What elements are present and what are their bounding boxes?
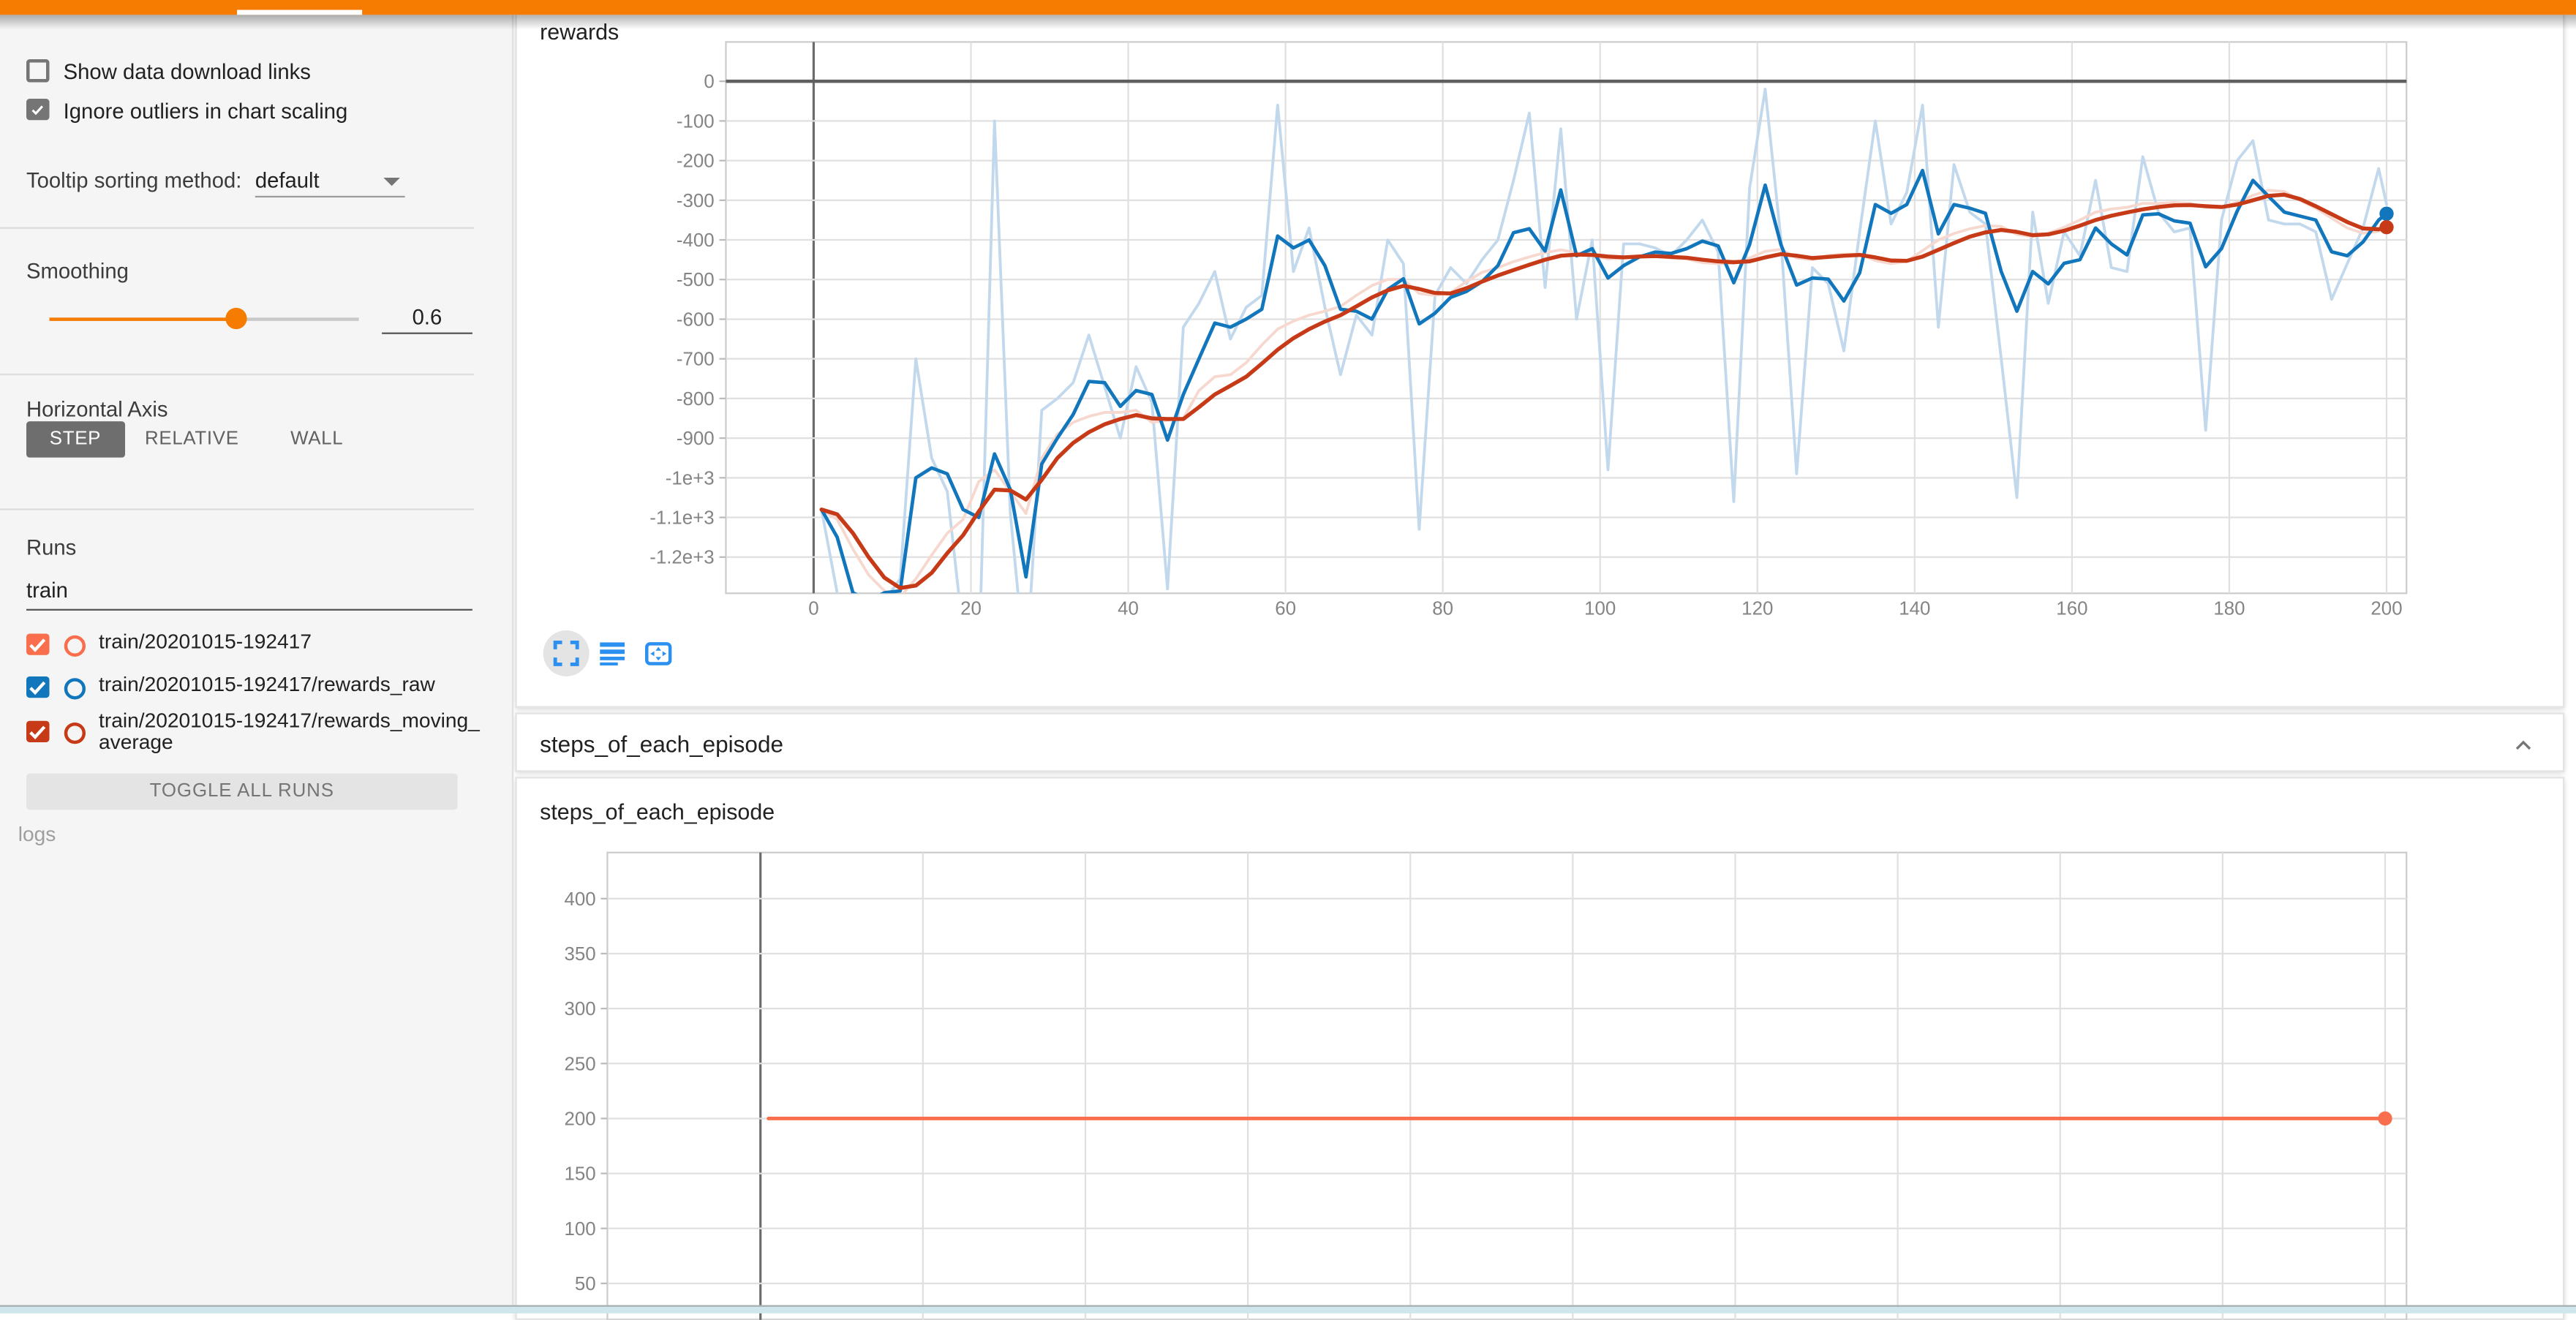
y-tick-label: -400 xyxy=(677,230,715,250)
run-checkbox[interactable] xyxy=(26,720,48,742)
show-data-download-links-label: Show data download links xyxy=(64,59,311,84)
y-tick-label: 350 xyxy=(565,944,596,965)
divider xyxy=(0,373,474,374)
series-line-smoothed xyxy=(821,194,2387,587)
fit-domain-button[interactable] xyxy=(636,630,682,676)
top-app-bar xyxy=(0,0,2576,14)
toggle-all-runs-button[interactable]: TOGGLE ALL RUNS xyxy=(26,773,458,810)
run-selector-icon xyxy=(596,636,629,669)
series-end-dot xyxy=(2378,1112,2392,1125)
smoothing-slider[interactable] xyxy=(50,317,359,321)
divider xyxy=(0,508,474,509)
y-tick-label: -1.1e+3 xyxy=(649,507,714,527)
runs-label: Runs xyxy=(26,534,76,559)
dropdown-underline xyxy=(255,195,405,197)
run-label: train/20201015-192417/rewards_moving_ave… xyxy=(99,710,481,755)
x-tick-label: 40 xyxy=(1118,597,1139,618)
x-tick-label: 120 xyxy=(1741,597,1773,618)
check-icon xyxy=(26,676,48,698)
settings-sidebar: Show data download links Ignore outliers… xyxy=(0,14,513,1313)
check-icon xyxy=(30,101,45,116)
x-tick-label: 100 xyxy=(1584,597,1616,618)
y-tick-label: 300 xyxy=(565,999,596,1019)
series-end-dot xyxy=(2379,219,2393,233)
y-tick-label: 50 xyxy=(575,1274,596,1294)
y-tick-label: -800 xyxy=(677,388,715,409)
y-tick-label: 400 xyxy=(565,889,596,910)
chevron-up-icon[interactable] xyxy=(2514,736,2534,755)
y-tick-label: 100 xyxy=(565,1219,596,1240)
fit-domain-icon xyxy=(642,636,675,669)
smoothing-label: Smoothing xyxy=(26,257,129,282)
x-tick-label: 140 xyxy=(1899,597,1930,618)
y-tick-label: 200 xyxy=(565,1109,596,1129)
axis-option-relative[interactable]: RELATIVE xyxy=(145,420,236,457)
y-tick-label: -1.2e+3 xyxy=(649,547,714,567)
run-color-radio[interactable] xyxy=(64,722,86,743)
y-tick-label: -600 xyxy=(677,309,715,329)
runs-filter-input[interactable] xyxy=(26,577,472,610)
dropdown-caret-icon[interactable] xyxy=(383,177,400,185)
horizontal-axis-label: Horizontal Axis xyxy=(26,396,168,420)
check-icon xyxy=(26,633,48,655)
expand-card-button[interactable] xyxy=(543,630,590,676)
x-tick-label: 20 xyxy=(960,597,982,618)
show-data-download-links-checkbox[interactable] xyxy=(26,59,48,81)
series-line-smoothed xyxy=(821,170,2387,600)
y-tick-label: -1e+3 xyxy=(666,467,715,488)
divider xyxy=(0,226,474,227)
y-tick-label: 0 xyxy=(704,71,714,91)
axis-option-wall[interactable]: WALL xyxy=(271,420,362,457)
y-tick-label: -700 xyxy=(677,349,715,369)
smoothing-slider-fill xyxy=(50,317,236,321)
main-content: rewards 0204060801001201401601802000-100… xyxy=(513,0,2576,1313)
tensorboard-app: Show data download links Ignore outliers… xyxy=(0,0,2576,1313)
run-label: train/20201015-192417/rewards_raw xyxy=(99,674,481,696)
series-line-raw xyxy=(821,88,2387,625)
rewards-card: rewards 0204060801001201401601802000-100… xyxy=(515,14,2564,706)
steps-card: steps_of_each_episode 400350300250200150… xyxy=(515,777,2564,1320)
check-icon xyxy=(26,720,48,742)
x-tick-label: 0 xyxy=(808,597,818,618)
run-label: train/20201015-192417 xyxy=(99,631,481,653)
run-checkbox[interactable] xyxy=(26,633,48,655)
tooltip-sorting-label: Tooltip sorting method: xyxy=(26,167,241,192)
ignore-outliers-checkbox[interactable] xyxy=(26,98,48,120)
plot-border xyxy=(607,853,2406,1320)
y-tick-label: -300 xyxy=(677,190,715,211)
steps-section-header[interactable]: steps_of_each_episode xyxy=(515,712,2564,772)
run-color-radio[interactable] xyxy=(64,635,86,656)
expand-icon xyxy=(550,636,583,669)
x-tick-label: 60 xyxy=(1275,597,1296,618)
x-tick-label: 80 xyxy=(1432,597,1453,618)
rewards-line-chart[interactable]: 0 20 40 60 80 100 120 140 160 180 200 0 -100 -200 -300… xyxy=(517,14,2565,625)
viewport-bottom-edge xyxy=(0,1305,2576,1313)
run-row: train/20201015-192417 xyxy=(0,633,512,663)
tooltip-sorting-select[interactable]: default xyxy=(255,167,320,192)
y-tick-label: -200 xyxy=(677,150,715,170)
logs-directory-label: logs xyxy=(18,822,56,845)
y-tick-label: -900 xyxy=(677,428,715,448)
steps-line-chart[interactable]: 400 350 300 250 200 150 100 50 xyxy=(517,778,2565,1319)
run-checkbox[interactable] xyxy=(26,676,48,698)
steps-section-title: steps_of_each_episode xyxy=(540,731,783,757)
smoothing-slider-thumb[interactable] xyxy=(225,308,246,329)
run-selector-button[interactable] xyxy=(590,630,636,676)
x-tick-label: 180 xyxy=(2213,597,2245,618)
y-tick-label: -500 xyxy=(677,269,715,290)
x-tick-label: 160 xyxy=(2056,597,2087,618)
x-tick-label: 200 xyxy=(2370,597,2402,618)
run-row: train/20201015-192417/rewards_raw xyxy=(0,676,512,706)
y-tick-label: 150 xyxy=(565,1164,596,1185)
axis-option-step[interactable]: STEP xyxy=(26,420,124,457)
run-row: train/20201015-192417/rewards_moving_ave… xyxy=(0,712,512,761)
y-tick-label: 250 xyxy=(565,1054,596,1074)
series-end-dot xyxy=(2379,205,2393,219)
ignore-outliers-label: Ignore outliers in chart scaling xyxy=(64,98,348,123)
y-tick-label: -100 xyxy=(677,110,715,131)
smoothing-value-input[interactable] xyxy=(382,303,472,333)
run-color-radio[interactable] xyxy=(64,677,86,698)
active-tab-underline xyxy=(236,10,361,15)
